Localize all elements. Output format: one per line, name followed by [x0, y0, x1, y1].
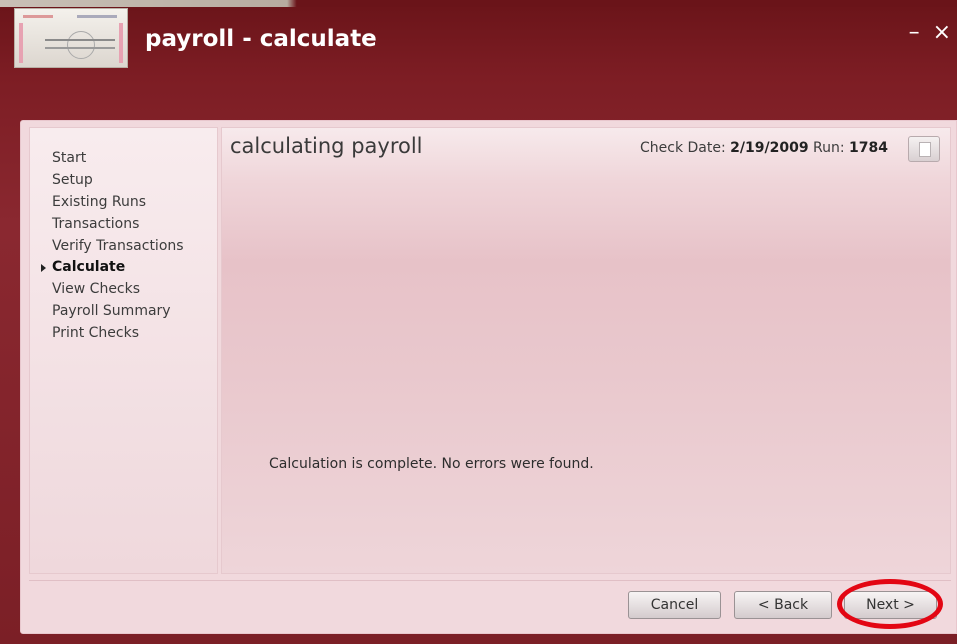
step-print-checks[interactable]: Print Checks — [52, 325, 139, 341]
step-setup[interactable]: Setup — [52, 172, 93, 188]
back-button[interactable]: < Back — [734, 591, 832, 619]
step-view-checks[interactable]: View Checks — [52, 281, 140, 297]
step-payroll-summary[interactable]: Payroll Summary — [52, 303, 171, 319]
top-strip — [0, 0, 957, 7]
close-button[interactable]: × — [933, 20, 951, 45]
run-value: 1784 — [849, 140, 888, 156]
step-verify-transactions[interactable]: Verify Transactions — [52, 238, 184, 254]
footer-divider — [29, 580, 951, 581]
window-title: payroll - calculate — [145, 26, 377, 52]
status-message: Calculation is complete. No errors were … — [269, 456, 594, 472]
wizard-panel: Start Setup Existing Runs Transactions V… — [20, 120, 957, 634]
step-existing-runs[interactable]: Existing Runs — [52, 194, 146, 210]
check-date-value: 2/19/2009 — [730, 140, 809, 156]
wizard-steps-sidebar: Start Setup Existing Runs Transactions V… — [29, 127, 218, 574]
run-label: Run: — [813, 140, 845, 156]
step-transactions[interactable]: Transactions — [52, 216, 139, 232]
step-start[interactable]: Start — [52, 150, 86, 166]
content-area: calculating payroll Check Date: 2/19/200… — [221, 127, 951, 574]
next-button[interactable]: Next > — [844, 591, 937, 619]
app-logo — [14, 8, 128, 68]
page-title: calculating payroll — [230, 134, 423, 158]
check-date-label: Check Date: — [639, 140, 726, 156]
cancel-button[interactable]: Cancel — [628, 591, 721, 619]
check-info: Check Date: 2/19/2009 Run: 1784 — [640, 140, 888, 156]
step-calculate[interactable]: Calculate — [52, 259, 125, 275]
minimize-button[interactable]: – — [909, 20, 920, 45]
current-step-arrow-icon — [41, 264, 46, 272]
print-button[interactable] — [908, 136, 940, 162]
window-controls: – × — [903, 20, 951, 45]
app-window: payroll - calculate – × Start Setup Exis… — [0, 0, 957, 644]
print-icon — [919, 142, 931, 157]
